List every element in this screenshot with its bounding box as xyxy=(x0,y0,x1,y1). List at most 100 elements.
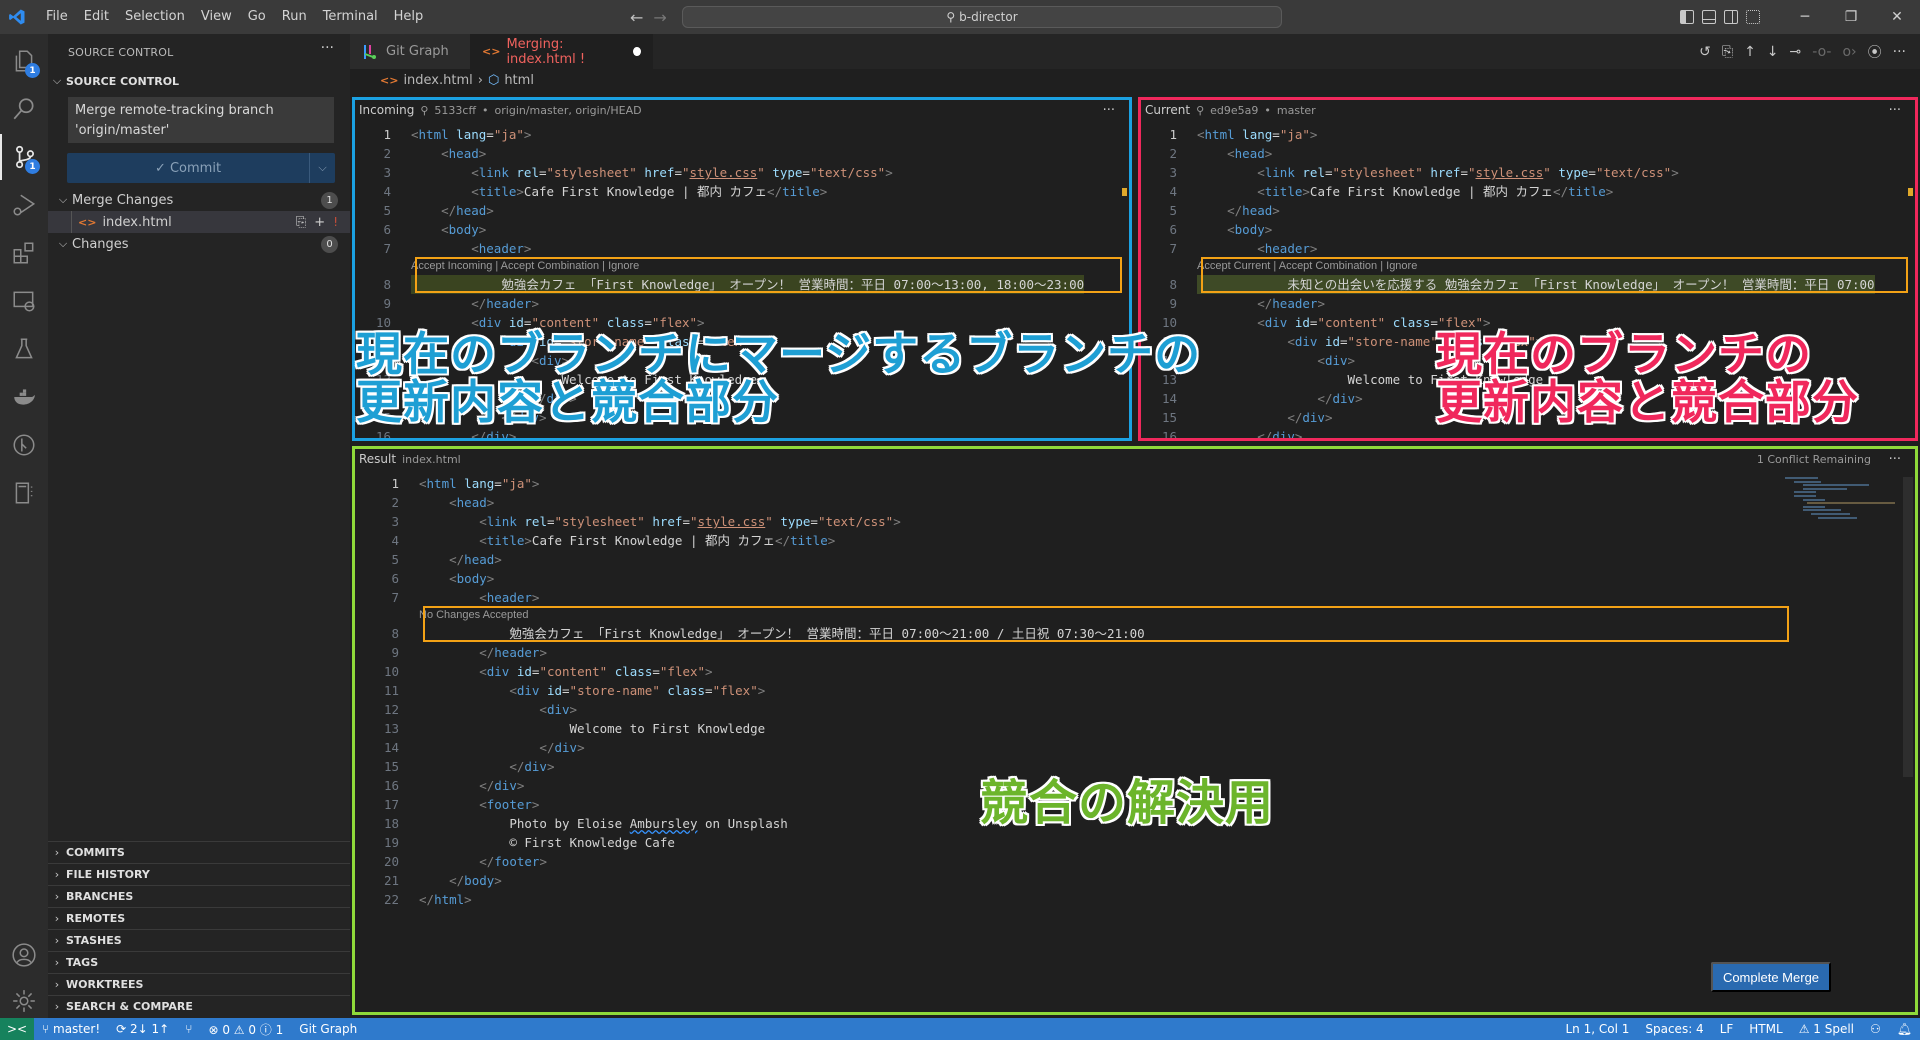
activity-extensions[interactable] xyxy=(0,230,48,276)
menu-run[interactable]: Run xyxy=(274,0,315,34)
status-sync[interactable]: ⟳ 2↓ 1↑ xyxy=(108,1022,177,1036)
result-code[interactable]: 1 <html lang="ja"> 2 <head> 3 <link rel="… xyxy=(363,474,1915,909)
history-icon[interactable]: ↺ xyxy=(1699,44,1711,60)
activity-explorer[interactable]: 1 xyxy=(0,38,48,84)
more-actions-icon[interactable]: ··· xyxy=(1889,452,1901,467)
code-line: 5 </head> xyxy=(363,550,1915,569)
code-token: < xyxy=(1317,353,1325,368)
activity-remote-tunnel[interactable] xyxy=(0,470,48,516)
restore-icon[interactable]: ❐ xyxy=(1828,0,1874,34)
status-eol[interactable]: LF xyxy=(1712,1022,1742,1036)
breadcrumb-file[interactable]: index.html xyxy=(403,73,472,88)
arrow-down-icon[interactable]: ↓ xyxy=(1767,44,1779,60)
activity-docker[interactable] xyxy=(0,374,48,420)
tab-merging-index-html[interactable]: <> Merging: index.html ! xyxy=(470,34,653,69)
notifications-bell-icon[interactable]: 🔔︎ xyxy=(1889,1022,1920,1036)
arrow-up-icon[interactable]: ↑ xyxy=(1744,44,1756,60)
result-codelens[interactable]: No Changes Accepted xyxy=(363,607,1915,624)
code-token: > xyxy=(1324,410,1333,425)
commit-node-icon[interactable]: -o- xyxy=(1812,44,1831,60)
current-commit[interactable]: ed9e5a9 xyxy=(1210,104,1258,117)
activity-remote-explorer[interactable] xyxy=(0,278,48,324)
menu-file[interactable]: File xyxy=(38,0,76,34)
code-token: <title>Cafe First Knowledge | 都内 カフェ</ti… xyxy=(479,533,836,548)
code-token: lang xyxy=(1242,127,1273,142)
incoming-codelens[interactable]: Accept Incoming | Accept Combination | I… xyxy=(355,258,1129,275)
tab-git-graph[interactable]: Git Graph xyxy=(350,34,470,69)
back-arrow-icon[interactable]: ← xyxy=(630,8,643,27)
code-token: </ xyxy=(1287,410,1303,425)
chevron-right-icon: › xyxy=(54,912,60,925)
open-file-icon[interactable]: ⎘ xyxy=(296,215,306,230)
commit-icon: ⚲ xyxy=(1196,103,1205,117)
status-position[interactable]: Ln 1, Col 1 xyxy=(1558,1022,1638,1036)
code-token: "flex" xyxy=(712,683,758,698)
previous-change-icon[interactable]: ⊸ xyxy=(1790,44,1802,60)
section-stashes[interactable]: › STASHES xyxy=(48,929,350,951)
customize-layout-icon[interactable] xyxy=(1746,10,1760,24)
commit-dropdown-chevron-icon[interactable]: ⌵ xyxy=(309,153,335,183)
vertical-scrollbar[interactable] xyxy=(1903,477,1913,777)
section-worktrees[interactable]: › WORKTREES xyxy=(48,973,350,995)
status-git-graph[interactable]: Git Graph xyxy=(291,1022,365,1036)
menu-view[interactable]: View xyxy=(193,0,240,34)
menu-terminal[interactable]: Terminal xyxy=(315,0,386,34)
open-file-icon[interactable]: ⎘ xyxy=(1722,44,1733,60)
copilot-icon[interactable]: ⚇ xyxy=(1862,1022,1889,1036)
gitlens-inspect-icon[interactable]: ⦿ xyxy=(1868,42,1882,62)
activity-testing[interactable] xyxy=(0,326,48,372)
status-language[interactable]: HTML xyxy=(1741,1022,1790,1036)
toggle-panel-icon[interactable] xyxy=(1702,10,1716,24)
unsaved-dot-icon[interactable] xyxy=(633,47,641,56)
activity-run-debug[interactable] xyxy=(0,182,48,228)
status-spell[interactable]: ⚠ 1 Spell xyxy=(1791,1022,1862,1036)
more-actions-icon[interactable]: ··· xyxy=(1893,44,1906,60)
next-change-icon[interactable]: o› xyxy=(1842,44,1856,60)
status-gitlens-icon[interactable]: ⑂ xyxy=(177,1022,200,1036)
merge-changes-group[interactable]: ⌵ Merge Changes 1 xyxy=(48,189,350,211)
activity-source-control[interactable]: 1 xyxy=(0,134,48,180)
more-actions-icon[interactable]: ··· xyxy=(1889,103,1901,118)
section-source-control[interactable]: ⌵ SOURCE CONTROL xyxy=(48,70,350,92)
code-token: header xyxy=(494,645,540,660)
stage-plus-icon[interactable]: + xyxy=(314,215,325,230)
minimap[interactable] xyxy=(1785,477,1895,547)
menu-selection[interactable]: Selection xyxy=(117,0,193,34)
code-token: > xyxy=(531,590,540,605)
toggle-primary-sidebar-icon[interactable] xyxy=(1680,10,1694,24)
section-commits[interactable]: › COMMITS xyxy=(48,841,350,863)
commit-message-input[interactable]: Merge remote-tracking branch 'origin/mas… xyxy=(68,97,334,143)
status-indentation[interactable]: Spaces: 4 xyxy=(1637,1022,1711,1036)
activity-accounts[interactable] xyxy=(0,932,48,978)
section-remotes[interactable]: › REMOTES xyxy=(48,907,350,929)
toggle-secondary-sidebar-icon[interactable] xyxy=(1724,10,1738,24)
commit-button[interactable]: ✓ Commit ⌵ xyxy=(67,153,335,183)
complete-merge-button[interactable]: Complete Merge xyxy=(1711,962,1831,992)
remote-indicator-icon[interactable]: >< xyxy=(0,1018,34,1040)
status-branch[interactable]: ⑂ master! xyxy=(34,1022,108,1036)
forward-arrow-icon[interactable]: → xyxy=(653,8,666,27)
menu-help[interactable]: Help xyxy=(386,0,432,34)
changes-group[interactable]: ⌵ Changes 0 xyxy=(48,233,350,255)
menu-edit[interactable]: Edit xyxy=(76,0,117,34)
incoming-commit[interactable]: 5133cff xyxy=(434,104,476,117)
code-token: </html> xyxy=(419,890,472,909)
section-tags[interactable]: › TAGS xyxy=(48,951,350,973)
minimize-icon[interactable]: ─ xyxy=(1782,0,1828,34)
section-branches[interactable]: › BRANCHES xyxy=(48,885,350,907)
section-search-compare[interactable]: › SEARCH & COMPARE xyxy=(48,995,350,1017)
code-token: <html lang="ja"> xyxy=(1197,127,1318,142)
section-file-history[interactable]: › FILE HISTORY xyxy=(48,863,350,885)
status-problems[interactable]: ⊗ 0 ⚠ 0 ⓘ 1 xyxy=(200,1021,291,1038)
conflicts-remaining[interactable]: 1 Conflict Remaining xyxy=(1757,453,1871,466)
close-icon[interactable]: ✕ xyxy=(1874,0,1920,34)
command-center[interactable]: ⚲ b-director xyxy=(682,6,1282,28)
more-actions-icon[interactable]: ··· xyxy=(1103,103,1115,118)
activity-gitlens[interactable] xyxy=(0,422,48,468)
breadcrumb-symbol[interactable]: html xyxy=(504,73,534,88)
more-actions-icon[interactable]: ··· xyxy=(321,40,334,56)
current-codelens[interactable]: Accept Current | Accept Combination | Ig… xyxy=(1141,258,1915,275)
menu-go[interactable]: Go xyxy=(240,0,274,34)
activity-search[interactable] xyxy=(0,86,48,132)
merge-file-item[interactable]: <> index.html ⎘ + ! xyxy=(48,211,350,233)
